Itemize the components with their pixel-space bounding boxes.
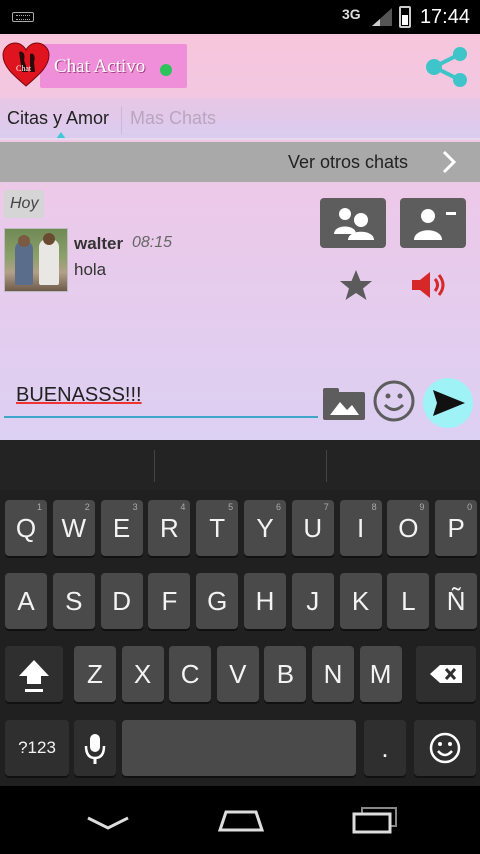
share-icon[interactable]: [424, 46, 470, 88]
clock: 17:44: [419, 6, 470, 28]
title-pill: Chat Activo: [40, 44, 187, 88]
key-f[interactable]: F: [148, 573, 191, 629]
voice-input-key[interactable]: [74, 720, 116, 776]
group-users-button[interactable]: [320, 198, 386, 248]
date-label-text: Hoy: [10, 195, 39, 212]
key-z[interactable]: Z: [74, 646, 116, 702]
tab-mas-chats[interactable]: Mas Chats: [130, 108, 216, 129]
key-x[interactable]: X: [121, 646, 164, 702]
app-header: Chat Activo Chat: [0, 34, 480, 98]
message-input-value: BUENASSS!!!: [16, 384, 142, 406]
online-indicator: [160, 64, 172, 76]
key-i[interactable]: 8I: [339, 500, 382, 556]
key-ñ[interactable]: Ñ: [435, 573, 478, 629]
key-j[interactable]: J: [291, 573, 334, 629]
other-chats-label: Ver otros chats: [288, 152, 409, 172]
send-button[interactable]: [423, 378, 473, 428]
key-v[interactable]: V: [216, 646, 259, 702]
heart-logo-icon: Chat: [2, 42, 50, 87]
message-input[interactable]: BUENASSS!!!: [4, 376, 318, 418]
network-type: 3G: [342, 6, 361, 22]
key-n[interactable]: N: [312, 646, 354, 702]
key-g[interactable]: G: [196, 573, 239, 629]
recent-apps-icon[interactable]: [352, 806, 400, 834]
tab-citas-y-amor[interactable]: Citas y Amor: [7, 108, 109, 129]
smiley-icon: [429, 732, 461, 764]
shift-icon: [19, 660, 49, 692]
message-text: hola: [74, 260, 107, 279]
key-r[interactable]: 4R: [148, 500, 191, 556]
period-key[interactable]: .: [364, 720, 406, 776]
key-t[interactable]: 5T: [196, 500, 239, 556]
symbols-key[interactable]: ?123: [5, 720, 69, 776]
favorite-star-icon[interactable]: [338, 268, 374, 302]
backspace-icon: [430, 665, 462, 683]
group-icon: [334, 208, 374, 240]
avatar[interactable]: [4, 228, 68, 292]
tab-underline: [0, 138, 480, 140]
key-d[interactable]: D: [100, 573, 143, 629]
user-minus-icon: [414, 209, 456, 240]
logo-text: Chat: [16, 64, 32, 73]
key-m[interactable]: M: [359, 646, 402, 702]
message-username[interactable]: walter: [74, 234, 123, 254]
emoji-key[interactable]: [414, 720, 476, 776]
user-profile-button[interactable]: [400, 198, 466, 248]
keyboard-notification-icon: [12, 12, 34, 22]
key-c[interactable]: C: [169, 646, 212, 702]
backspace-key[interactable]: [416, 646, 476, 702]
microphone-icon: [84, 734, 106, 764]
other-chats-bar[interactable]: Ver otros chats: [0, 142, 480, 182]
volume-icon[interactable]: [408, 268, 448, 302]
key-w[interactable]: 2W: [52, 500, 95, 556]
status-bar: 3G 17:44: [0, 0, 480, 34]
app-title: Chat Activo: [54, 56, 146, 77]
tab-bar: Citas y Amor Mas Chats: [0, 98, 480, 140]
send-icon: [433, 390, 465, 416]
emoji-icon[interactable]: [373, 380, 415, 422]
back-icon[interactable]: [86, 814, 130, 832]
key-p[interactable]: 0P: [435, 500, 478, 556]
key-l[interactable]: L: [387, 573, 430, 629]
key-h[interactable]: H: [244, 573, 286, 629]
shift-key[interactable]: [5, 646, 63, 702]
key-y[interactable]: 6Y: [244, 500, 286, 556]
key-o[interactable]: 9O: [387, 500, 430, 556]
battery-icon: [399, 6, 411, 28]
chevron-right-icon: [442, 150, 457, 174]
key-e[interactable]: 3E: [100, 500, 143, 556]
space-key[interactable]: [122, 720, 356, 776]
key-u[interactable]: 7U: [291, 500, 334, 556]
chat-screen: Chat Activo Chat Citas y Amor Mas Chats …: [0, 34, 480, 440]
message-time: 08:15: [132, 234, 173, 251]
tab-divider: [121, 106, 122, 134]
date-label: Hoy: [4, 190, 44, 218]
suggestion-strip: [0, 440, 480, 490]
signal-icon: [372, 8, 392, 26]
image-attach-icon[interactable]: [322, 384, 366, 420]
key-q[interactable]: 1Q: [5, 500, 47, 556]
key-a[interactable]: A: [5, 573, 47, 629]
navigation-bar: [0, 786, 480, 854]
soft-keyboard: 1Q2W3E4R5T6Y7U8I9O0P ASDFGHJKLÑ ZXCVBNM …: [0, 440, 480, 786]
key-k[interactable]: K: [339, 573, 382, 629]
key-s[interactable]: S: [52, 573, 95, 629]
home-icon[interactable]: [216, 808, 266, 834]
key-b[interactable]: B: [264, 646, 307, 702]
